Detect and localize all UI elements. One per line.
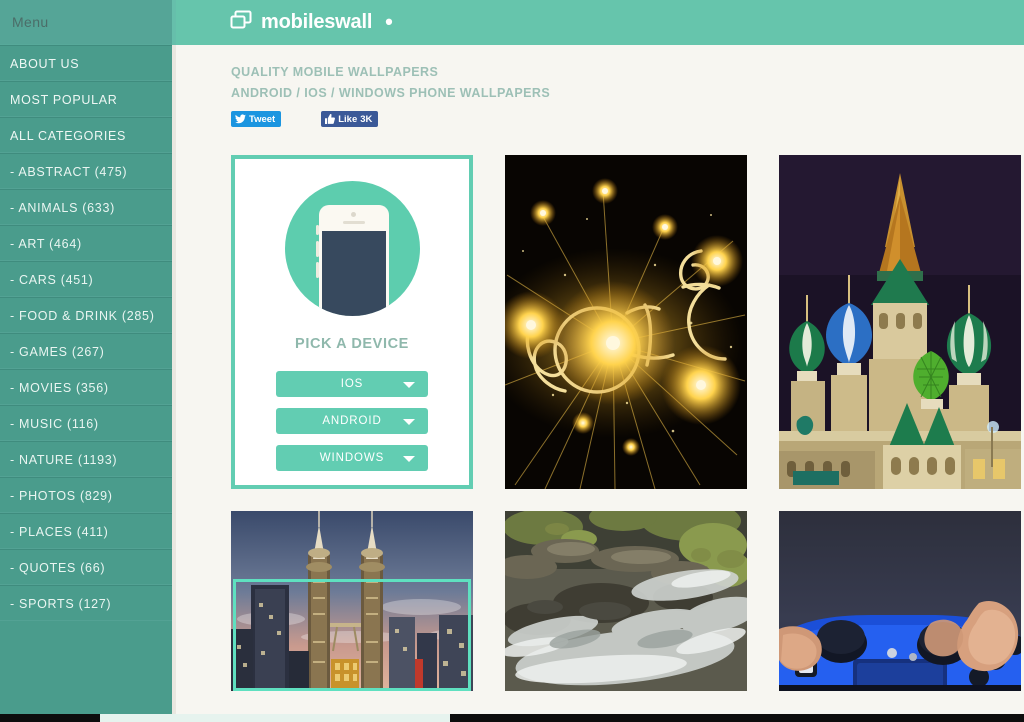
sidebar-item-photos[interactable]: - PHOTOS (829) [0, 477, 172, 513]
tweet-button-label: Tweet [249, 113, 276, 125]
device-select-ios[interactable]: IOS [276, 371, 428, 397]
device-select-windows[interactable]: WINDOWS [276, 445, 428, 471]
sidebar-item-animals[interactable]: - ANIMALS (633) [0, 189, 172, 225]
main-content: QUALITY MOBILE WALLPAPERS ANDROID / IOS … [176, 45, 1024, 714]
tweet-button[interactable]: Tweet [231, 111, 282, 127]
wallpaper-st-basils-cathedral[interactable]: St. Basil's Cathedral at night [779, 155, 1021, 489]
game-controller-artwork [779, 511, 1021, 691]
grid-cell-st-basils: St. Basil's Cathedral at night [779, 155, 1021, 489]
sidebar-item-games[interactable]: - GAMES (267) [0, 333, 172, 369]
sidebar-item-places[interactable]: - PLACES (411) [0, 513, 172, 549]
twitter-bird-icon [235, 114, 246, 124]
fireworks-artwork [505, 155, 747, 489]
pick-a-device-card: PICK A DEVICE IOS ANDROID WINDOWS [231, 155, 473, 489]
sidebar-item-all-categories[interactable]: ALL CATEGORIES [0, 117, 172, 153]
tagline-primary: QUALITY MOBILE WALLPAPERS [231, 65, 439, 79]
device-select-ios-label: IOS [340, 378, 364, 390]
sidebar-item-abstract[interactable]: - ABSTRACT (475) [0, 153, 172, 189]
device-select-android-label: ANDROID [322, 415, 382, 427]
sidebar-item-sports[interactable]: - SPORTS (127) [0, 585, 172, 621]
sidebar: Menu ABOUT US MOST POPULAR ALL CATEGORIE… [0, 0, 172, 714]
chevron-down-icon [403, 456, 415, 462]
chevron-down-icon [403, 419, 415, 425]
stream-artwork [505, 511, 747, 691]
sidebar-item-cars[interactable]: - CARS (451) [0, 261, 172, 297]
thumbs-up-icon [325, 114, 336, 124]
tagline-secondary: ANDROID / IOS / WINDOWS PHONE WALLPAPERS [231, 86, 551, 100]
wallpaper-mountain-stream[interactable]: Mossy rocks and flowing stream [505, 511, 747, 691]
pick-a-device-title: PICK A DEVICE [295, 336, 409, 352]
sidebar-item-music[interactable]: - MUSIC (116) [0, 405, 172, 441]
wallpaper-fireworks-2015[interactable]: 2015 golden fireworks [505, 155, 747, 489]
grid-cell-fireworks: 2015 golden fireworks [505, 155, 747, 489]
grid-cell-petronas: Petronas Twin Towers skyline at dusk [231, 511, 473, 691]
grid-cell-stream: Mossy rocks and flowing stream [505, 511, 747, 691]
sidebar-item-food-drink[interactable]: - FOOD & DRINK (285) [0, 297, 172, 333]
sidebar-item-movies[interactable]: - MOVIES (356) [0, 369, 172, 405]
logo-dot: • [385, 9, 393, 34]
like-count: 3K [360, 113, 373, 125]
sidebar-item-about-us[interactable]: ABOUT US [0, 45, 172, 81]
like-button-label: Like [338, 113, 358, 125]
chevron-down-icon [403, 382, 415, 388]
site-logo[interactable]: mobileswall • [230, 9, 393, 35]
smartphone-icon [284, 181, 420, 316]
cathedral-artwork [779, 155, 1021, 489]
sidebar-item-most-popular[interactable]: MOST POPULAR [0, 81, 172, 117]
wallpaper-petronas-towers[interactable]: Petronas Twin Towers skyline at dusk [231, 511, 473, 691]
site-header: mobileswall • [176, 0, 1024, 45]
social-share-bar: Tweet Like 3K [231, 111, 1024, 127]
wallpaper-game-controller[interactable]: Hands on blue game controller [779, 511, 1021, 691]
sidebar-item-quotes[interactable]: - QUOTES (66) [0, 549, 172, 585]
logo-wordmark: mobileswall [261, 10, 373, 33]
stacked-windows-icon [230, 10, 252, 35]
sidebar-item-art[interactable]: - ART (464) [0, 225, 172, 261]
grid-cell-pick-device: PICK A DEVICE IOS ANDROID WINDOWS [231, 155, 473, 489]
page-root: Menu ABOUT US MOST POPULAR ALL CATEGORIE… [0, 0, 1024, 722]
sidebar-item-nature[interactable]: - NATURE (1193) [0, 441, 172, 477]
sidebar-menu-header: Menu [0, 0, 172, 45]
viewport-bottom-edge-light [100, 714, 450, 722]
device-select-windows-label: WINDOWS [319, 452, 385, 464]
petronas-artwork [231, 511, 473, 691]
wallpaper-grid: PICK A DEVICE IOS ANDROID WINDOWS [231, 155, 1021, 691]
facebook-like-button[interactable]: Like 3K [321, 111, 379, 127]
grid-cell-controller: Hands on blue game controller [779, 511, 1021, 691]
device-select-android[interactable]: ANDROID [276, 408, 428, 434]
